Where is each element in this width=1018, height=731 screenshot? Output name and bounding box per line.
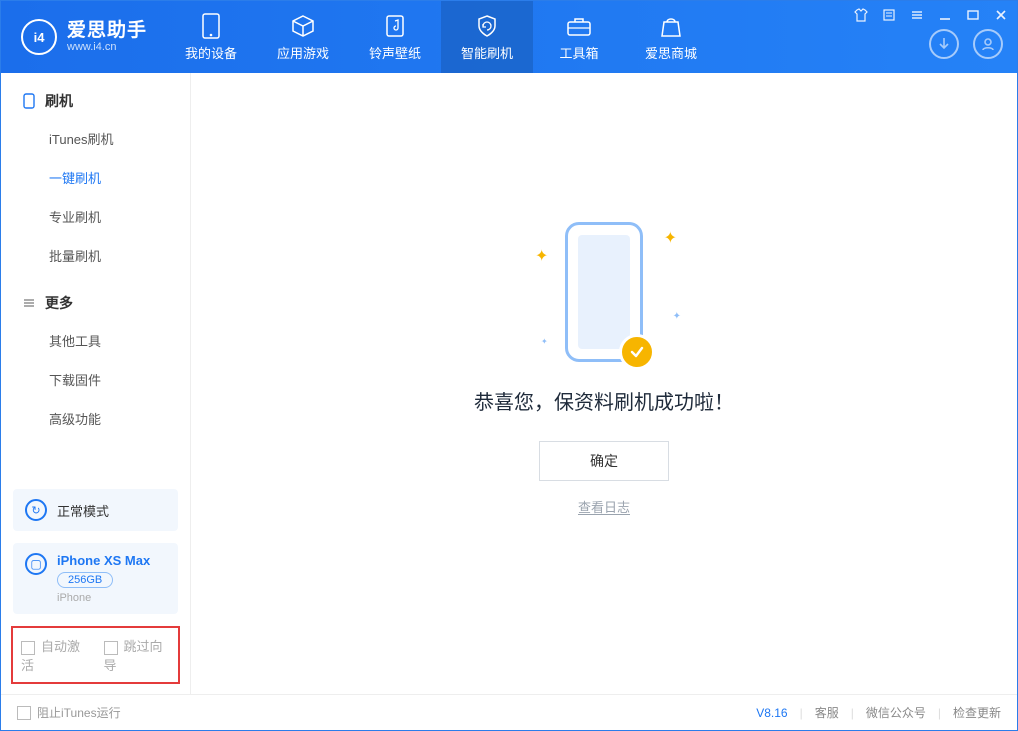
close-button[interactable] <box>993 7 1009 23</box>
sidebar-item-batch-flash[interactable]: 批量刷机 <box>1 236 190 275</box>
sidebar-item-download-firmware[interactable]: 下载固件 <box>1 360 190 399</box>
download-button[interactable] <box>929 29 959 59</box>
block-itunes-option[interactable]: 阻止iTunes运行 <box>17 704 121 721</box>
sparkle-icon: ✦ <box>535 246 548 266</box>
shirt-icon[interactable] <box>853 7 869 23</box>
music-icon <box>382 13 408 39</box>
profile-button[interactable] <box>973 29 1003 59</box>
note-icon[interactable] <box>881 7 897 23</box>
main-content: ✦ ✦ ✦ ✦ 恭喜您，保资料刷机成功啦！ 确定 查看日志 <box>191 73 1017 694</box>
footer-bar: 阻止iTunes运行 V8.16 | 客服 | 微信公众号 | 检查更新 <box>1 694 1017 730</box>
wechat-link[interactable]: 微信公众号 <box>866 704 926 721</box>
logo: i4 爱思助手 www.i4.cn <box>1 1 165 73</box>
nav-ringtones-wallpapers[interactable]: 铃声壁纸 <box>349 1 441 73</box>
window-controls <box>853 7 1009 23</box>
skip-guide-option[interactable]: 跳过向导 <box>104 636 171 674</box>
header-bar: i4 爱思助手 www.i4.cn 我的设备 应用游戏 铃声壁纸 智能刷机 <box>1 1 1017 73</box>
nav-store[interactable]: 爱思商城 <box>625 1 717 73</box>
flash-options-row: 自动激活 跳过向导 <box>11 626 180 684</box>
sidebar-item-itunes-flash[interactable]: iTunes刷机 <box>1 119 190 158</box>
phone-small-icon <box>21 93 37 109</box>
sparkle-icon: ✦ <box>664 228 677 248</box>
menu-icon[interactable] <box>909 7 925 23</box>
auto-activate-option[interactable]: 自动激活 <box>21 636 88 674</box>
device-name: iPhone XS Max <box>57 553 150 568</box>
logo-icon: i4 <box>21 19 57 55</box>
sidebar-item-other-tools[interactable]: 其他工具 <box>1 321 190 360</box>
device-type: iPhone <box>57 592 150 604</box>
version-label: V8.16 <box>756 706 787 720</box>
top-nav: 我的设备 应用游戏 铃声壁纸 智能刷机 工具箱 爱思商城 <box>165 1 717 73</box>
sidebar-item-advanced[interactable]: 高级功能 <box>1 399 190 438</box>
bag-icon <box>658 13 684 39</box>
nav-apps-games[interactable]: 应用游戏 <box>257 1 349 73</box>
device-mode-box[interactable]: ↻ 正常模式 <box>13 489 178 531</box>
success-illustration: ✦ ✦ ✦ ✦ <box>565 222 643 362</box>
logo-title: 爱思助手 <box>67 21 147 42</box>
mode-icon: ↻ <box>25 499 47 521</box>
device-icon-small: ▢ <box>25 553 47 575</box>
check-update-link[interactable]: 检查更新 <box>953 704 1001 721</box>
shield-refresh-icon <box>474 13 500 39</box>
sidebar-section-flash: 刷机 <box>1 73 190 119</box>
cube-icon <box>290 13 316 39</box>
maximize-button[interactable] <box>965 7 981 23</box>
header-action-icons <box>929 29 1003 59</box>
app-window: i4 爱思助手 www.i4.cn 我的设备 应用游戏 铃声壁纸 智能刷机 <box>0 0 1018 731</box>
sparkle-icon: ✦ <box>541 337 548 346</box>
device-capacity: 256GB <box>57 572 113 588</box>
logo-subtitle: www.i4.cn <box>67 41 147 53</box>
checkbox-icon <box>17 706 31 720</box>
nav-toolbox[interactable]: 工具箱 <box>533 1 625 73</box>
view-log-link[interactable]: 查看日志 <box>578 497 630 516</box>
checkbox-icon <box>21 641 35 655</box>
sidebar: 刷机 iTunes刷机 一键刷机 专业刷机 批量刷机 更多 其他工具 下载固件 … <box>1 73 191 694</box>
sidebar-item-pro-flash[interactable]: 专业刷机 <box>1 197 190 236</box>
body: 刷机 iTunes刷机 一键刷机 专业刷机 批量刷机 更多 其他工具 下载固件 … <box>1 73 1017 694</box>
checkbox-icon <box>104 641 118 655</box>
check-badge-icon <box>619 334 655 370</box>
device-info-box[interactable]: ▢ iPhone XS Max 256GB iPhone <box>13 543 178 614</box>
device-icon <box>198 13 224 39</box>
success-message: 恭喜您，保资料刷机成功啦！ <box>474 386 734 415</box>
mode-label: 正常模式 <box>57 501 109 520</box>
sidebar-item-oneclick-flash[interactable]: 一键刷机 <box>1 158 190 197</box>
sparkle-icon: ✦ <box>673 311 681 322</box>
sidebar-section-more: 更多 <box>1 275 190 321</box>
toolbox-icon <box>566 13 592 39</box>
confirm-button[interactable]: 确定 <box>539 441 669 481</box>
minimize-button[interactable] <box>937 7 953 23</box>
support-link[interactable]: 客服 <box>815 704 839 721</box>
nav-my-device[interactable]: 我的设备 <box>165 1 257 73</box>
nav-smart-flash[interactable]: 智能刷机 <box>441 1 533 73</box>
list-icon <box>21 295 37 311</box>
